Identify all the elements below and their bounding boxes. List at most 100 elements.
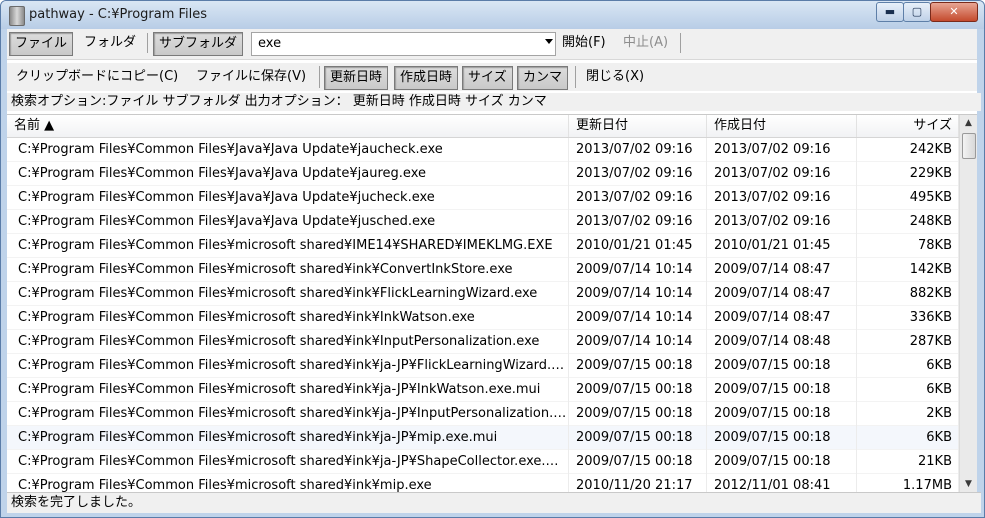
cell-size: 78KB bbox=[857, 234, 959, 258]
cell-name: C:¥Program Files¥Common Files¥microsoft … bbox=[7, 330, 569, 354]
table-row[interactable]: C:¥Program Files¥Common Files¥microsoft … bbox=[7, 474, 959, 492]
subfolder-toggle-button[interactable]: サブフォルダ bbox=[153, 32, 244, 56]
window-title: pathway - C:¥Program Files bbox=[29, 7, 208, 22]
cell-name: C:¥Program Files¥Common Files¥Java¥Java … bbox=[7, 210, 569, 234]
cell-created: 2009/07/15 00:18 bbox=[707, 378, 857, 402]
toolbar-separator bbox=[680, 33, 681, 53]
modified-date-toggle-button[interactable]: 更新日時 bbox=[324, 66, 389, 90]
size-toggle-button[interactable]: サイズ bbox=[462, 66, 513, 90]
scroll-up-icon[interactable]: ▲ bbox=[961, 115, 976, 131]
app-window: pathway - C:¥Program Files ▬ ▢ ✕ ファイル フォ… bbox=[0, 0, 985, 518]
table-row[interactable]: C:¥Program Files¥Common Files¥Java¥Java … bbox=[7, 210, 959, 234]
table-row[interactable]: C:¥Program Files¥Common Files¥microsoft … bbox=[7, 450, 959, 474]
cell-modified: 2013/07/02 09:16 bbox=[569, 186, 707, 210]
stop-button[interactable]: 中止(A) bbox=[618, 32, 673, 54]
cell-size: 882KB bbox=[857, 282, 959, 306]
cell-modified: 2010/01/21 01:45 bbox=[569, 234, 707, 258]
cell-modified: 2009/07/14 10:14 bbox=[569, 282, 707, 306]
cell-size: 6KB bbox=[857, 378, 959, 402]
scroll-down-icon[interactable]: ▼ bbox=[961, 476, 976, 492]
cell-size: 2KB bbox=[857, 402, 959, 426]
title-bar[interactable]: pathway - C:¥Program Files ▬ ▢ ✕ bbox=[1, 1, 984, 29]
table-row[interactable]: C:¥Program Files¥Common Files¥microsoft … bbox=[7, 306, 959, 330]
cell-size: 242KB bbox=[857, 138, 959, 162]
cell-created: 2009/07/14 08:47 bbox=[707, 258, 857, 282]
cell-modified: 2013/07/02 09:16 bbox=[569, 138, 707, 162]
cell-name: C:¥Program Files¥Common Files¥microsoft … bbox=[7, 306, 569, 330]
cell-size: 142KB bbox=[857, 258, 959, 282]
table-row[interactable]: C:¥Program Files¥Common Files¥microsoft … bbox=[7, 282, 959, 306]
folder-toggle-button[interactable]: フォルダ bbox=[79, 32, 141, 54]
list-header: 名前 ▲ 更新日付 作成日付 サイズ bbox=[7, 115, 959, 138]
column-header-size[interactable]: サイズ bbox=[857, 115, 959, 137]
cell-created: 2013/07/02 09:16 bbox=[707, 138, 857, 162]
cell-modified: 2009/07/14 10:14 bbox=[569, 306, 707, 330]
scrollbar-thumb[interactable] bbox=[962, 133, 976, 159]
list-body: C:¥Program Files¥Common Files¥Java¥Java … bbox=[7, 138, 959, 492]
cell-modified: 2013/07/02 09:16 bbox=[569, 162, 707, 186]
cell-size: 6KB bbox=[857, 354, 959, 378]
chevron-down-icon[interactable] bbox=[545, 39, 553, 44]
table-row[interactable]: C:¥Program Files¥Common Files¥microsoft … bbox=[7, 426, 959, 450]
cell-name: C:¥Program Files¥Common Files¥microsoft … bbox=[7, 402, 569, 426]
toolbar-separator bbox=[147, 33, 148, 53]
table-row[interactable]: C:¥Program Files¥Common Files¥microsoft … bbox=[7, 234, 959, 258]
cell-created: 2009/07/14 08:47 bbox=[707, 306, 857, 330]
search-pattern-combo[interactable]: exe bbox=[251, 32, 556, 56]
cell-size: 6KB bbox=[857, 426, 959, 450]
options-summary: 検索オプション:ファイル サブフォルダ 出力オプション： 更新日時 作成日時 サ… bbox=[7, 93, 981, 111]
comma-toggle-button[interactable]: カンマ bbox=[517, 66, 569, 90]
table-row[interactable]: C:¥Program Files¥Common Files¥Java¥Java … bbox=[7, 162, 959, 186]
table-row[interactable]: C:¥Program Files¥Common Files¥microsoft … bbox=[7, 258, 959, 282]
cell-created: 2013/07/02 09:16 bbox=[707, 186, 857, 210]
cell-created: 2009/07/14 08:47 bbox=[707, 282, 857, 306]
cell-modified: 2009/07/15 00:18 bbox=[569, 450, 707, 474]
cell-name: C:¥Program Files¥Common Files¥Java¥Java … bbox=[7, 186, 569, 210]
file-toggle-button[interactable]: ファイル bbox=[9, 32, 74, 56]
toolbar-separator bbox=[575, 66, 576, 88]
cell-modified: 2010/11/20 21:17 bbox=[569, 474, 707, 492]
cell-created: 2012/11/01 08:41 bbox=[707, 474, 857, 492]
results-list[interactable]: 名前 ▲ 更新日付 作成日付 サイズ C:¥Program Files¥Comm… bbox=[7, 114, 977, 492]
column-header-modified[interactable]: 更新日付 bbox=[569, 115, 707, 137]
cell-modified: 2009/07/14 10:14 bbox=[569, 330, 707, 354]
cell-size: 229KB bbox=[857, 162, 959, 186]
cell-name: C:¥Program Files¥Common Files¥microsoft … bbox=[7, 282, 569, 306]
toolbar-separator bbox=[319, 66, 320, 88]
minimize-button[interactable]: ▬ bbox=[876, 2, 904, 22]
cell-created: 2009/07/14 08:48 bbox=[707, 330, 857, 354]
cell-created: 2013/07/02 09:16 bbox=[707, 210, 857, 234]
cell-name: C:¥Program Files¥Common Files¥microsoft … bbox=[7, 258, 569, 282]
cell-created: 2009/07/15 00:18 bbox=[707, 450, 857, 474]
created-date-toggle-button[interactable]: 作成日時 bbox=[394, 66, 459, 90]
cell-name: C:¥Program Files¥Common Files¥microsoft … bbox=[7, 426, 569, 450]
column-header-created[interactable]: 作成日付 bbox=[707, 115, 857, 137]
table-row[interactable]: C:¥Program Files¥Common Files¥Java¥Java … bbox=[7, 138, 959, 162]
cell-name: C:¥Program Files¥Common Files¥microsoft … bbox=[7, 474, 569, 492]
close-window-button[interactable]: ✕ bbox=[930, 2, 978, 22]
cell-created: 2013/07/02 09:16 bbox=[707, 162, 857, 186]
start-button[interactable]: 開始(F) bbox=[557, 32, 611, 54]
search-pattern-value: exe bbox=[258, 36, 282, 51]
cell-size: 287KB bbox=[857, 330, 959, 354]
column-header-name[interactable]: 名前 ▲ bbox=[7, 115, 569, 137]
search-toolbar: ファイル フォルダ サブフォルダ exe 開始(F) 中止(A) bbox=[7, 29, 977, 60]
client-area: ファイル フォルダ サブフォルダ exe 開始(F) 中止(A) クリップボード… bbox=[7, 29, 981, 513]
table-row[interactable]: C:¥Program Files¥Common Files¥microsoft … bbox=[7, 354, 959, 378]
cell-created: 2010/01/21 01:45 bbox=[707, 234, 857, 258]
close-button[interactable]: 閉じる(X) bbox=[581, 66, 649, 88]
cell-modified: 2009/07/14 10:14 bbox=[569, 258, 707, 282]
save-to-file-button[interactable]: ファイルに保存(V) bbox=[191, 66, 311, 88]
table-row[interactable]: C:¥Program Files¥Common Files¥microsoft … bbox=[7, 330, 959, 354]
cell-created: 2009/07/15 00:18 bbox=[707, 354, 857, 378]
table-row[interactable]: C:¥Program Files¥Common Files¥microsoft … bbox=[7, 402, 959, 426]
cell-size: 336KB bbox=[857, 306, 959, 330]
vertical-scrollbar[interactable]: ▲ ▼ bbox=[959, 115, 977, 492]
maximize-button[interactable]: ▢ bbox=[903, 2, 931, 22]
cell-size: 495KB bbox=[857, 186, 959, 210]
cell-name: C:¥Program Files¥Common Files¥microsoft … bbox=[7, 450, 569, 474]
table-row[interactable]: C:¥Program Files¥Common Files¥Java¥Java … bbox=[7, 186, 959, 210]
table-row[interactable]: C:¥Program Files¥Common Files¥microsoft … bbox=[7, 378, 959, 402]
copy-to-clipboard-button[interactable]: クリップボードにコピー(C) bbox=[11, 66, 183, 88]
cell-modified: 2009/07/15 00:18 bbox=[569, 402, 707, 426]
